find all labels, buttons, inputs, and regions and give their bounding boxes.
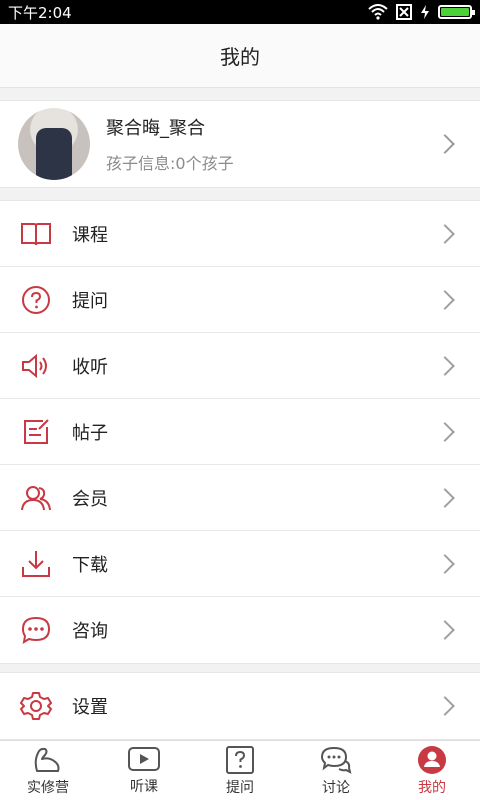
avatar — [18, 108, 90, 180]
menu-item-settings[interactable]: 设置 — [0, 673, 480, 739]
chevron-right-icon — [435, 289, 455, 310]
menu-item-label: 帖子 — [72, 422, 108, 444]
gear-icon — [0, 690, 72, 722]
tab-label: 我的 — [418, 779, 446, 796]
chevron-right-icon — [435, 553, 455, 574]
menu-item-label: 咨询 — [72, 621, 108, 642]
chevron-right-icon — [435, 487, 455, 508]
status-bar: 下午2:04 — [0, 0, 480, 24]
profile-card[interactable]: 聚合晦_聚合 孩子信息:0个孩子 — [0, 100, 480, 188]
menu-group-settings: 设置 — [0, 672, 480, 740]
discussion-icon — [320, 746, 352, 774]
page-title: 我的 — [220, 45, 260, 69]
book-icon — [0, 221, 72, 247]
edit-note-icon — [0, 417, 72, 447]
download-icon — [0, 549, 72, 579]
tab-mine[interactable]: 我的 — [384, 741, 480, 800]
menu-group-main: 课程 提问 收听 帖子 会员 下载 咨询 — [0, 200, 480, 664]
muscle-icon — [34, 747, 60, 772]
play-video-icon — [128, 746, 160, 771]
wifi-icon — [368, 4, 388, 20]
menu-item-label: 提问 — [72, 290, 108, 312]
menu-item-ask[interactable]: 提问 — [0, 267, 480, 333]
battery-icon — [438, 5, 475, 19]
profile-icon — [418, 745, 446, 774]
chevron-right-icon — [435, 134, 455, 154]
tab-label: 提问 — [226, 779, 254, 796]
tab-ask[interactable]: 提问 — [192, 741, 288, 800]
tab-label: 听课 — [130, 778, 158, 795]
menu-item-posts[interactable]: 帖子 — [0, 399, 480, 465]
chevron-right-icon — [435, 696, 455, 716]
status-time: 下午2:04 — [8, 3, 72, 22]
members-icon — [0, 484, 72, 512]
question-circle-icon — [0, 285, 72, 315]
profile-text: 聚合晦_聚合 孩子信息:0个孩子 — [106, 114, 438, 174]
menu-item-consult[interactable]: 咨询 — [0, 597, 480, 663]
menu-item-label: 设置 — [72, 697, 108, 718]
charging-icon — [421, 5, 429, 19]
speaker-icon — [0, 352, 72, 380]
chevron-right-icon — [435, 421, 455, 442]
chevron-right-icon — [435, 620, 455, 640]
menu-item-label: 收听 — [72, 356, 108, 378]
menu-item-members[interactable]: 会员 — [0, 465, 480, 531]
chat-dots-icon — [0, 615, 72, 645]
menu-item-label: 会员 — [72, 488, 108, 510]
profile-name: 聚合晦_聚合 — [106, 118, 205, 139]
tab-discussion[interactable]: 讨论 — [288, 741, 384, 800]
status-icons — [368, 4, 475, 20]
chevron-right-icon — [435, 355, 455, 376]
profile-children-info: 孩子信息:0个孩子 — [106, 154, 234, 173]
question-box-icon — [226, 745, 254, 774]
menu-item-label: 课程 — [72, 224, 108, 246]
page-header: 我的 — [0, 24, 480, 88]
chevron-right-icon — [435, 223, 455, 244]
menu-item-download[interactable]: 下载 — [0, 531, 480, 597]
tab-label: 实修营 — [27, 779, 69, 796]
bottom-tab-bar: 实修营 听课 提问 讨论 我的 — [0, 740, 480, 800]
close-box-icon — [396, 4, 412, 20]
menu-item-courses[interactable]: 课程 — [0, 201, 480, 267]
tab-label: 讨论 — [322, 779, 350, 796]
tab-practice-camp[interactable]: 实修营 — [0, 741, 96, 800]
menu-item-listen[interactable]: 收听 — [0, 333, 480, 399]
tab-listen-course[interactable]: 听课 — [96, 741, 192, 800]
menu-item-label: 下载 — [72, 554, 108, 576]
